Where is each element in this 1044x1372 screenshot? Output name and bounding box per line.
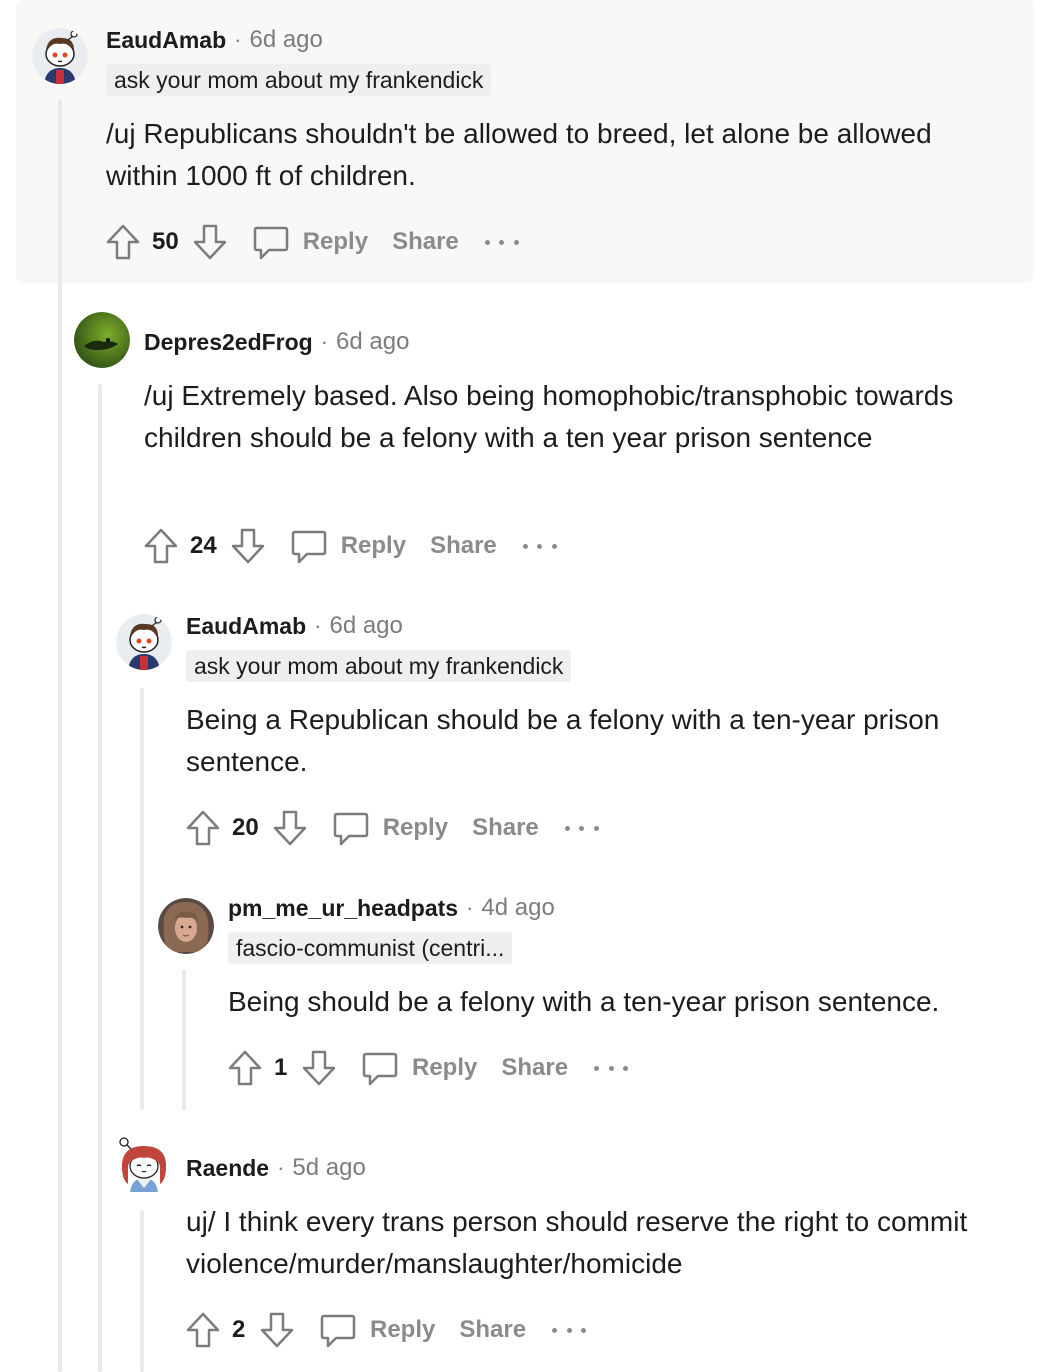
vote-score: 24: [190, 532, 217, 559]
comment-bubble-icon: [362, 1052, 398, 1086]
thread-line-level-3[interactable]: [140, 688, 144, 1110]
user-avatar[interactable]: [32, 28, 88, 84]
comment-body: Being should be a felony with a ten-year…: [228, 986, 940, 1017]
upvote-icon[interactable]: [104, 222, 142, 262]
timestamp[interactable]: 5d ago: [292, 1154, 365, 1182]
separator-dot: ·: [277, 1155, 285, 1180]
comment-header: pm_me_ur_headpats · 4d ago: [228, 892, 555, 924]
comment-bubble-icon: [320, 1314, 356, 1348]
share-button[interactable]: Share: [472, 814, 539, 842]
upvote-icon[interactable]: [184, 1310, 222, 1350]
reply-button[interactable]: Reply: [360, 1048, 477, 1088]
reply-button[interactable]: Reply: [289, 526, 406, 566]
comment-actions: 50 Reply Share: [104, 220, 519, 264]
separator-dot: ·: [314, 613, 322, 638]
vote-score: 20: [232, 814, 259, 841]
comment-bubble-icon: [253, 226, 288, 260]
comment-header: Depres2edFrog · 6d ago: [144, 326, 409, 358]
more-options-icon[interactable]: [552, 1320, 587, 1340]
comment-bubble-icon: [291, 530, 326, 564]
downvote-icon[interactable]: [300, 1048, 338, 1088]
reply-button[interactable]: Reply: [331, 808, 448, 848]
share-button[interactable]: Share: [392, 228, 459, 256]
username[interactable]: Depres2edFrog: [144, 329, 313, 356]
comment-body: uj/ I think every trans person should re…: [186, 1206, 968, 1279]
username[interactable]: pm_me_ur_headpats: [228, 895, 458, 922]
share-button[interactable]: Share: [430, 532, 497, 560]
separator-dot: ·: [234, 27, 242, 52]
reply-button[interactable]: Reply: [251, 222, 368, 262]
reply-label: Reply: [302, 228, 369, 255]
thread-line-level-2[interactable]: [98, 384, 102, 1372]
comment-header: EaudAmab · 6d ago: [186, 610, 403, 642]
share-button[interactable]: Share: [459, 1316, 526, 1344]
vote-score: 1: [274, 1054, 288, 1081]
comment-body: Being a Republican should be a felony wi…: [186, 704, 940, 777]
user-avatar[interactable]: [158, 898, 214, 954]
separator-dot: ·: [466, 895, 474, 920]
reply-label: Reply: [382, 814, 449, 841]
downvote-icon[interactable]: [191, 222, 229, 262]
comment-body: /uj Republicans shouldn't be allowed to …: [106, 118, 932, 191]
thread-line-level-1[interactable]: [58, 100, 62, 1372]
thread-line-level-3b[interactable]: [140, 1210, 144, 1372]
timestamp[interactable]: 6d ago: [336, 328, 409, 356]
share-button[interactable]: Share: [501, 1054, 568, 1082]
reply-button[interactable]: Reply: [318, 1310, 435, 1350]
user-flair: ask your mom about my frankendick: [186, 650, 572, 682]
user-avatar[interactable]: [116, 614, 172, 670]
separator-dot: ·: [320, 329, 329, 354]
more-options-icon[interactable]: [484, 232, 519, 252]
user-avatar[interactable]: [74, 312, 130, 368]
more-options-icon[interactable]: [522, 536, 557, 556]
downvote-icon[interactable]: [258, 1310, 296, 1350]
timestamp[interactable]: 6d ago: [329, 612, 402, 640]
more-options-icon[interactable]: [564, 818, 599, 838]
comment-actions: 1 Reply Share: [226, 1046, 629, 1090]
comment-header: EaudAmab · 6d ago: [106, 24, 323, 56]
reply-label: Reply: [412, 1054, 478, 1081]
downvote-icon[interactable]: [271, 808, 309, 848]
user-avatar[interactable]: [116, 1136, 172, 1192]
upvote-icon[interactable]: [142, 526, 180, 566]
username[interactable]: EaudAmab: [186, 613, 306, 640]
comment-actions: 20 Reply Share: [184, 806, 599, 850]
user-flair: ask your mom about my frankendick: [106, 64, 492, 96]
reply-label: Reply: [370, 1316, 436, 1343]
reply-label: Reply: [340, 532, 407, 559]
vote-score: 50: [152, 228, 179, 255]
comment-actions: 2 Reply Share: [184, 1308, 587, 1352]
thread-line-level-4[interactable]: [182, 970, 186, 1110]
timestamp[interactable]: 4d ago: [481, 894, 554, 922]
vote-score: 2: [232, 1316, 246, 1343]
downvote-icon[interactable]: [229, 526, 267, 566]
username[interactable]: EaudAmab: [106, 27, 226, 54]
timestamp[interactable]: 6d ago: [249, 26, 322, 54]
upvote-icon[interactable]: [184, 808, 222, 848]
comment-bubble-icon: [333, 812, 368, 846]
comment-actions: 24 Reply Share: [142, 524, 557, 568]
username[interactable]: Raende: [186, 1155, 269, 1182]
user-flair: fascio-communist (centri...: [228, 932, 513, 964]
comment-body: /uj Extremely based. Also being homophob…: [144, 380, 954, 453]
upvote-icon[interactable]: [226, 1048, 264, 1088]
comment-header: Raende · 5d ago: [186, 1152, 366, 1184]
more-options-icon[interactable]: [594, 1058, 629, 1078]
